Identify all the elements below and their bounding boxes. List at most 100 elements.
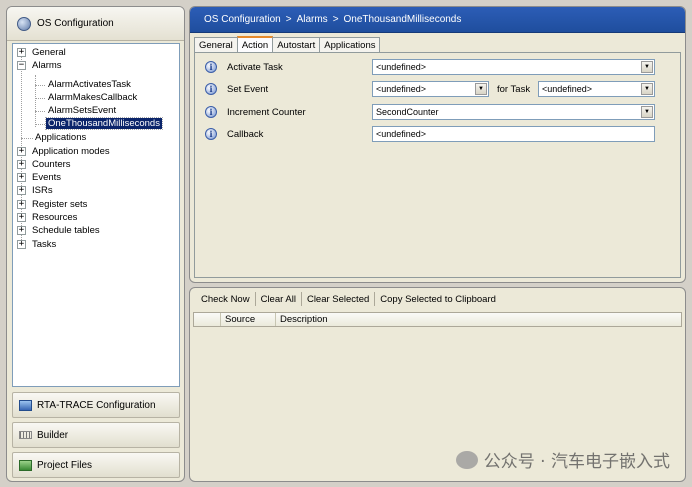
tree-connector-line xyxy=(35,85,45,86)
tab-strip: General Action Autostart Applications xyxy=(194,36,381,52)
tree-item-label: Applications xyxy=(35,132,87,143)
tree-connector-line xyxy=(35,124,45,125)
for-task-value: <undefined> xyxy=(542,84,593,94)
dropdown-arrow-icon[interactable]: ▼ xyxy=(641,61,653,73)
dropdown-arrow-icon[interactable]: ▼ xyxy=(475,83,487,95)
activate-task-value: <undefined> xyxy=(376,62,427,72)
configuration-tree[interactable]: + General − Alarms AlarmActivatesTask Al… xyxy=(12,43,180,387)
action-tab-content: i Activate Task <undefined> ▼ i Set Even… xyxy=(194,52,681,278)
expand-icon[interactable]: + xyxy=(17,240,26,249)
expand-icon[interactable]: + xyxy=(17,48,26,57)
tree-item-general[interactable]: + General xyxy=(17,46,68,59)
expand-icon[interactable]: + xyxy=(17,173,26,182)
column-header-source[interactable]: Source xyxy=(221,313,276,326)
tree-item-label: AlarmMakesCallback xyxy=(48,92,138,103)
tab-autostart[interactable]: Autostart xyxy=(272,37,321,52)
tree-item-label: Schedule tables xyxy=(32,225,100,236)
dropdown-arrow-icon[interactable]: ▼ xyxy=(641,83,653,95)
tab-applications[interactable]: Applications xyxy=(319,37,381,52)
set-event-value: <undefined> xyxy=(376,84,427,94)
tree-item-label: Events xyxy=(32,172,62,183)
info-icon[interactable]: i xyxy=(205,61,217,73)
info-icon[interactable]: i xyxy=(205,83,217,95)
tree-item-one-thousand-milliseconds[interactable]: OneThousandMilliseconds xyxy=(45,117,163,130)
breadcrumb-separator: > xyxy=(285,14,292,25)
breadcrumb-item[interactable]: OS Configuration xyxy=(204,14,281,25)
expand-icon[interactable]: + xyxy=(17,200,26,209)
os-configuration-header[interactable]: OS Configuration xyxy=(7,7,184,41)
tab-action[interactable]: Action xyxy=(236,36,274,52)
callback-label: Callback xyxy=(227,128,264,140)
nav-button-label: Builder xyxy=(37,429,69,441)
clear-all-button[interactable]: Clear All xyxy=(256,294,301,305)
results-grid-header: Source Description xyxy=(193,312,682,327)
increment-counter-dropdown[interactable]: SecondCounter ▼ xyxy=(372,104,655,120)
column-header-icon[interactable] xyxy=(194,313,221,326)
tree-item-label: Register sets xyxy=(32,199,88,210)
callback-row: i Callback xyxy=(205,126,263,142)
builder-button[interactable]: Builder xyxy=(12,422,180,448)
increment-counter-row: i Increment Counter xyxy=(205,104,306,120)
tree-item-register-sets[interactable]: + Register sets xyxy=(17,198,89,211)
set-event-label: Set Event xyxy=(227,83,269,95)
nav-button-label: Project Files xyxy=(37,459,93,471)
os-configuration-icon xyxy=(17,16,31,31)
tree-item-label: Counters xyxy=(32,159,71,170)
breadcrumb: OS Configuration > Alarms > OneThousandM… xyxy=(190,7,685,33)
dropdown-arrow-icon[interactable]: ▼ xyxy=(641,106,653,118)
tree-item-counters[interactable]: + Counters xyxy=(17,158,73,171)
tree-item-schedule-tables[interactable]: + Schedule tables xyxy=(17,224,102,237)
set-event-dropdown[interactable]: <undefined> ▼ xyxy=(372,81,489,97)
info-icon[interactable]: i xyxy=(205,128,217,140)
tree-item-label: Resources xyxy=(32,212,78,223)
properties-panel: OS Configuration > Alarms > OneThousandM… xyxy=(189,6,686,283)
tree-item-label: ISRs xyxy=(32,185,53,196)
for-task-dropdown[interactable]: <undefined> ▼ xyxy=(538,81,655,97)
tree-connector-line xyxy=(21,138,33,139)
tree-connector-line xyxy=(35,111,45,112)
expand-icon[interactable]: + xyxy=(17,160,26,169)
tree-item-alarm-activates-task[interactable]: AlarmActivatesTask xyxy=(46,78,133,91)
breadcrumb-item[interactable]: Alarms xyxy=(297,14,328,25)
for-task-label: for Task xyxy=(497,84,531,95)
tab-general[interactable]: General xyxy=(194,37,238,52)
tree-item-alarm-makes-callback[interactable]: AlarmMakesCallback xyxy=(46,91,139,104)
left-panel: OS Configuration + General − Alarms Alar… xyxy=(6,6,185,482)
rta-trace-configuration-button[interactable]: RTA-TRACE Configuration xyxy=(12,392,180,418)
expand-icon[interactable]: + xyxy=(17,213,26,222)
nav-button-label: RTA-TRACE Configuration xyxy=(37,399,156,411)
breadcrumb-separator: > xyxy=(332,14,339,25)
tree-item-label: Application modes xyxy=(32,146,110,157)
builder-icon xyxy=(19,431,32,439)
tree-item-applications[interactable]: Applications xyxy=(33,131,88,144)
tree-connector-line xyxy=(35,98,45,99)
tree-item-events[interactable]: + Events xyxy=(17,171,63,184)
project-files-button[interactable]: Project Files xyxy=(12,452,180,478)
expand-icon[interactable]: + xyxy=(17,226,26,235)
tree-item-label: General xyxy=(32,47,66,58)
os-configuration-label: OS Configuration xyxy=(37,18,114,29)
project-files-icon xyxy=(19,459,32,471)
check-now-button[interactable]: Check Now xyxy=(196,294,255,305)
tree-item-application-modes[interactable]: + Application modes xyxy=(17,145,112,158)
collapse-icon[interactable]: − xyxy=(17,61,26,70)
breadcrumb-item: OneThousandMilliseconds xyxy=(343,14,462,25)
tree-item-tasks[interactable]: + Tasks xyxy=(17,238,58,251)
copy-selected-button[interactable]: Copy Selected to Clipboard xyxy=(375,294,501,305)
expand-icon[interactable]: + xyxy=(17,147,26,156)
column-header-description[interactable]: Description xyxy=(276,313,681,326)
watermark-text: 公众号 · 汽车电子嵌入式 xyxy=(483,452,670,472)
tree-item-isrs[interactable]: + ISRs xyxy=(17,184,55,197)
tree-item-label: AlarmActivatesTask xyxy=(48,79,131,90)
increment-counter-label: Increment Counter xyxy=(227,106,306,118)
clear-selected-button[interactable]: Clear Selected xyxy=(302,294,374,305)
tree-item-alarm-sets-event[interactable]: AlarmSetsEvent xyxy=(46,104,118,117)
activate-task-dropdown[interactable]: <undefined> ▼ xyxy=(372,59,655,75)
expand-icon[interactable]: + xyxy=(17,186,26,195)
tree-item-label: Alarms xyxy=(32,60,62,71)
callback-input[interactable]: <undefined> xyxy=(372,126,655,142)
info-icon[interactable]: i xyxy=(205,106,217,118)
tree-item-resources[interactable]: + Resources xyxy=(17,211,79,224)
check-toolbar: Check Now Clear All Clear Selected Copy … xyxy=(190,288,685,310)
tree-item-alarms[interactable]: − Alarms xyxy=(17,59,64,72)
